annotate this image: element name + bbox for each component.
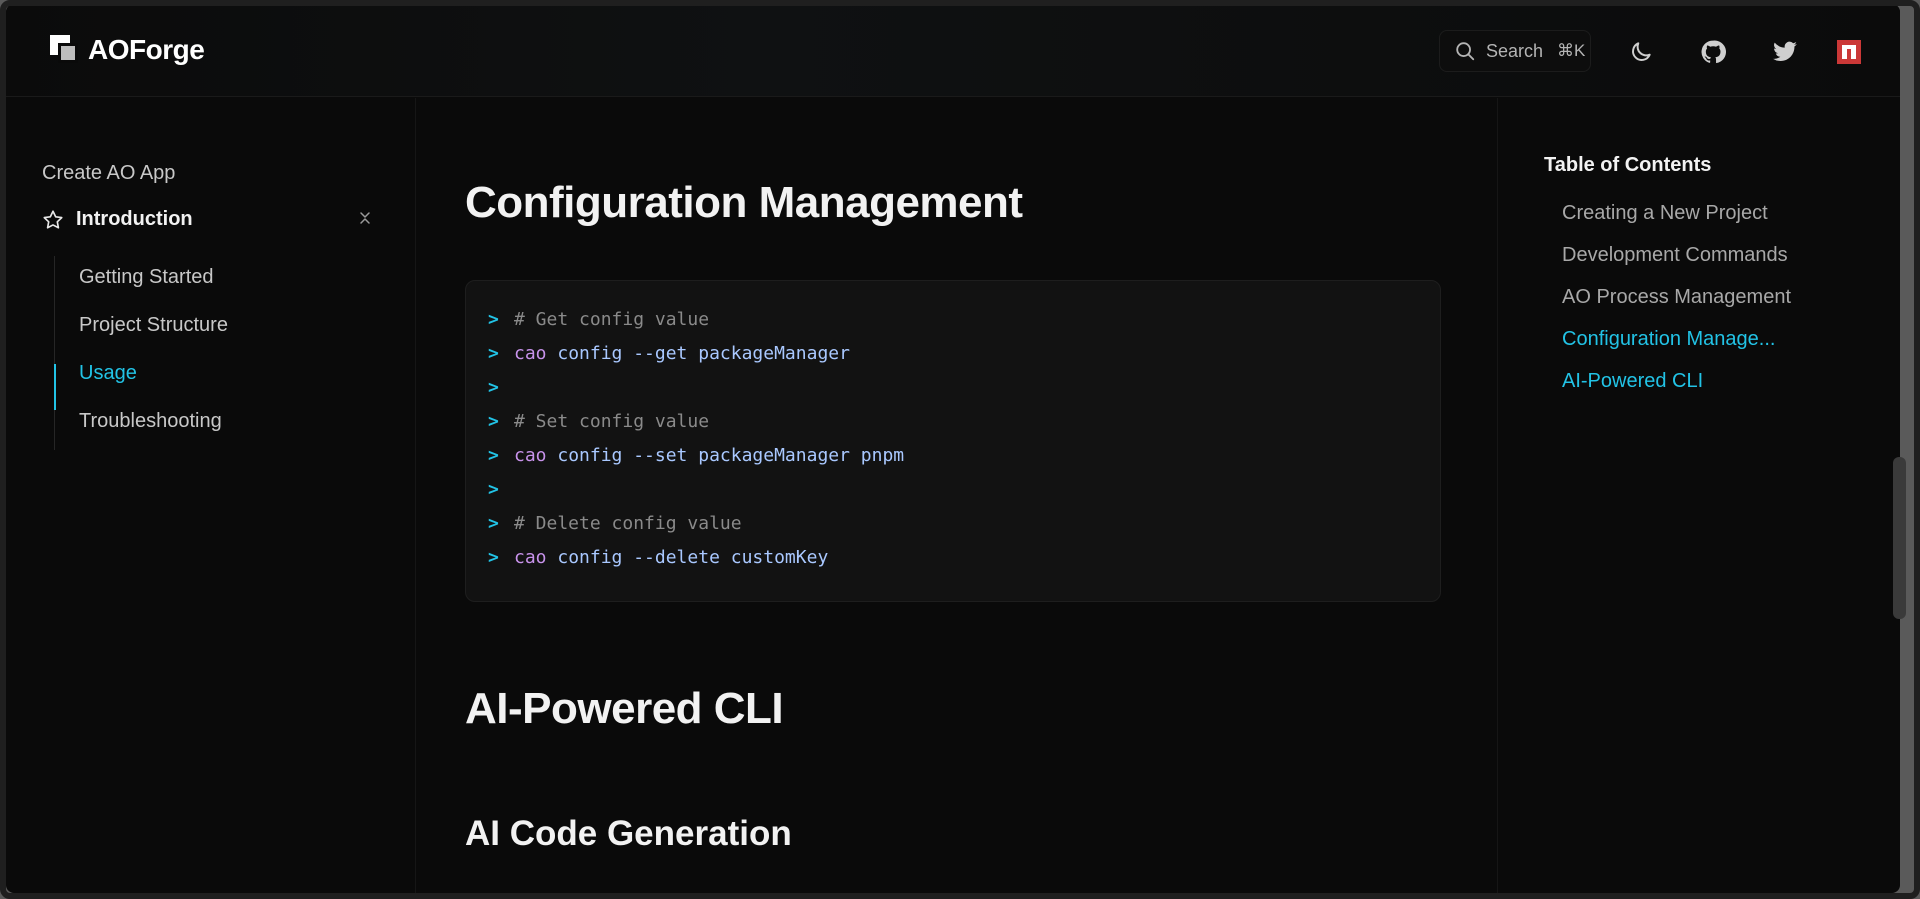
sidebar-section-label: Introduction (76, 208, 193, 230)
code-comment: # Get config value (514, 308, 710, 330)
code-command: cao (514, 342, 547, 364)
code-comment: # Set config value (514, 410, 710, 432)
logo-icon (50, 35, 80, 65)
toc-item-ao-process-management[interactable]: AO Process Management (1562, 286, 1791, 309)
prompt-icon: > (488, 546, 499, 568)
npm-icon[interactable] (1837, 40, 1861, 64)
toc-title: Table of Contents (1544, 154, 1712, 176)
toc-item-development-commands[interactable]: Development Commands (1562, 244, 1788, 267)
code-line: > cao config --get packageManager (488, 341, 850, 365)
search-button[interactable]: Search ⌘K (1439, 30, 1591, 72)
sidebar-section-introduction[interactable]: Introduction (42, 208, 372, 231)
code-command: cao (514, 546, 547, 568)
twitter-icon[interactable] (1772, 39, 1798, 65)
code-line: > # Delete config value (488, 511, 742, 535)
star-icon (43, 209, 63, 229)
top-header: AOForge Search ⌘K (6, 4, 1900, 97)
prompt-icon: > (488, 410, 499, 432)
github-icon[interactable] (1700, 39, 1726, 65)
moon-icon[interactable] (1628, 39, 1654, 65)
sidebar-item-getting-started[interactable]: Getting Started (79, 266, 214, 289)
prompt-icon: > (488, 444, 499, 466)
main-content: Configuration Management > # Get config v… (417, 98, 1496, 893)
search-icon (1456, 42, 1475, 61)
logo-text: AOForge (88, 34, 205, 65)
code-line: > (488, 477, 514, 501)
code-line: > # Get config value (488, 307, 709, 331)
search-label: Search (1486, 40, 1544, 61)
heading-configuration-management: Configuration Management (465, 178, 1023, 227)
code-args: config --set packageManager pnpm (546, 444, 905, 466)
code-comment: # Delete config value (514, 512, 742, 534)
table-of-contents: Table of Contents Creating a New Project… (1497, 98, 1900, 893)
sidebar: Create AO App Introduction Getting Start… (6, 98, 416, 893)
code-line: > # Set config value (488, 409, 709, 433)
code-command: cao (514, 444, 547, 466)
toc-item-creating-a-new-project[interactable]: Creating a New Project (1562, 202, 1768, 225)
toc-item-ai-powered-cli[interactable]: AI-Powered CLI (1562, 370, 1703, 393)
code-args: config --delete customKey (546, 546, 829, 568)
prompt-icon: > (488, 512, 499, 534)
heading-ai-code-generation: AI Code Generation (465, 814, 792, 853)
active-indicator (54, 364, 56, 410)
prompt-icon: > (488, 308, 499, 330)
page-scrollbar[interactable] (1893, 457, 1906, 619)
sidebar-item-project-structure[interactable]: Project Structure (79, 314, 228, 337)
sidebar-item-troubleshooting[interactable]: Troubleshooting (79, 410, 222, 433)
code-block: > # Get config value > cao config --get pa… (465, 280, 1441, 602)
chevron-collapse-icon[interactable] (358, 210, 372, 226)
logo[interactable]: AOForge (50, 34, 205, 66)
prompt-icon: > (488, 478, 499, 500)
prompt-icon: > (488, 376, 499, 398)
search-shortcut: ⌘K (1557, 41, 1586, 60)
heading-ai-powered-cli: AI-Powered CLI (465, 684, 784, 733)
prompt-icon: > (488, 342, 499, 364)
code-line: > cao config --delete customKey (488, 545, 828, 569)
code-line: > (488, 375, 514, 399)
toc-item-configuration-management[interactable]: Configuration Manage... (1562, 328, 1775, 351)
sidebar-item-usage[interactable]: Usage (79, 362, 137, 385)
code-args: config --get packageManager (546, 342, 850, 364)
sidebar-tree: Getting Started Project Structure Usage … (54, 256, 374, 450)
app-window: AOForge Search ⌘K Create AO App Introduc… (6, 4, 1900, 893)
code-line: > cao config --set packageManager pnpm (488, 443, 904, 467)
sidebar-link-create-ao-app[interactable]: Create AO App (42, 162, 175, 185)
